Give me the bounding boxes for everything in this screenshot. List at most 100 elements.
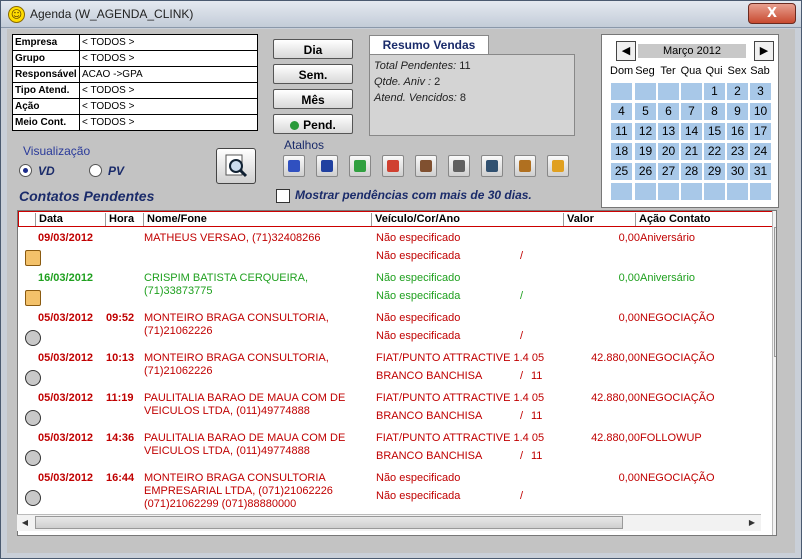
calendar-day[interactable]: 9 [727,103,748,120]
col-acao[interactable]: Ação Contato [635,213,769,226]
table-row[interactable]: 16/03/2012 CRISPIM BATISTA CERQUEIRA, (71)… [18,269,773,309]
calendar-day[interactable]: 12 [635,123,656,140]
calendar-day[interactable] [750,183,771,200]
calendar-day[interactable]: 15 [704,123,725,140]
calendar-day[interactable]: 22 [704,143,725,160]
cell-acao: NEGOCIAÇÃO [640,352,715,364]
col-data[interactable]: Data [35,213,101,226]
calendar-day[interactable]: 8 [704,103,725,120]
cell-vehicle: Não especificado [376,232,461,244]
calendar-day[interactable]: 13 [658,123,679,140]
calendar-day[interactable]: 18 [611,143,632,160]
filter-value[interactable]: < TODOS > [79,98,258,115]
calendar-day[interactable] [658,183,679,200]
search-button[interactable] [216,148,256,184]
col-nome-fone[interactable]: Nome/Fone [143,213,367,226]
calendar-day[interactable]: 4 [611,103,632,120]
filter-value[interactable]: < TODOS > [79,50,258,67]
calendar-day[interactable] [727,183,748,200]
calendar-day[interactable]: 27 [658,163,679,180]
shortcut-7-icon[interactable] [481,155,503,177]
vertical-scroll-thumb[interactable] [774,227,776,357]
calendar-day[interactable]: 1 [704,83,725,100]
calendar-day[interactable]: 21 [681,143,702,160]
shortcut-8-icon[interactable] [514,155,536,177]
aniv-value: 2 [434,76,441,88]
window-title: Agenda (W_AGENDA_CLINK) [30,7,194,21]
table-row[interactable]: 05/03/2012 16:44 MONTEIRO BRAGA CONSULTORI… [18,469,773,510]
shortcut-4-icon[interactable] [382,155,404,177]
filter-value[interactable]: ACAO ->GPA [79,66,258,83]
month-button[interactable]: Mês [273,89,353,109]
pending-button[interactable]: Pend. [273,114,353,134]
calendar-day[interactable] [635,83,656,100]
total-value: 11 [459,60,471,72]
calendar-day[interactable]: 14 [681,123,702,140]
table-row[interactable]: 05/03/2012 14:36 PAULITALIA BARAO DE MAUA … [18,429,773,469]
shortcut-6-icon[interactable] [448,155,470,177]
calendar-day[interactable]: 24 [750,143,771,160]
shortcut-2-icon[interactable] [316,155,338,177]
calendar-day[interactable] [681,83,702,100]
calendar-day[interactable]: 20 [658,143,679,160]
calendar-day[interactable] [611,83,632,100]
cell-color: Não especificada [376,330,461,342]
scroll-right-icon[interactable]: ▶ [745,516,759,530]
table-row[interactable]: 05/03/2012 09:52 MONTEIRO BRAGA CONSULTORI… [18,309,773,349]
table-row[interactable]: 05/03/2012 11:19 PAULITALIA BARAO DE MAUA … [18,389,773,429]
calendar-day[interactable] [704,183,725,200]
shortcut-9-icon[interactable] [547,155,569,177]
horizontal-scrollbar[interactable]: ◀ ▶ [17,514,761,531]
calendar-day[interactable]: 16 [727,123,748,140]
filter-value[interactable]: < TODOS > [79,114,258,131]
shortcut-1-icon[interactable] [283,155,305,177]
calendar-day[interactable] [658,83,679,100]
calendar-day[interactable]: 3 [750,83,771,100]
prev-month-icon[interactable]: ◀ [616,41,636,61]
week-button[interactable]: Sem. [273,64,353,84]
calendar-day[interactable]: 10 [750,103,771,120]
scroll-down-icon[interactable]: ▼ [774,501,776,515]
atalhos-label: Atalhos [284,138,325,152]
calendar-day[interactable] [611,183,632,200]
calendar-day[interactable]: 30 [727,163,748,180]
col-hora[interactable]: Hora [105,213,139,226]
radio-pv[interactable] [89,164,102,177]
filter-value[interactable]: < TODOS > [79,82,258,99]
vertical-scrollbar[interactable]: ▲ ▼ [772,211,776,535]
calendar-day[interactable]: 25 [611,163,632,180]
calendar-day[interactable]: 11 [611,123,632,140]
filter-value[interactable]: < TODOS > [79,34,258,51]
calendar-day[interactable] [681,183,702,200]
scroll-left-icon[interactable]: ◀ [18,516,32,530]
shortcut-5-icon[interactable] [415,155,437,177]
cell-slash: / [520,330,524,342]
shortcut-3-icon[interactable] [349,155,371,177]
next-month-icon[interactable]: ▶ [754,41,774,61]
calendar-day[interactable]: 6 [658,103,679,120]
horizontal-scroll-thumb[interactable] [35,516,623,529]
calendar-day[interactable]: 2 [727,83,748,100]
calendar-day[interactable]: 28 [681,163,702,180]
table-row[interactable]: 05/03/2012 10:13 MONTEIRO BRAGA CONSULTORI… [18,349,773,389]
more-than-30-days-checkbox[interactable] [276,189,290,203]
contact-face-icon [25,450,41,466]
close-button[interactable]: X [748,3,796,24]
calendar-day[interactable]: 17 [750,123,771,140]
radio-vd[interactable] [19,164,32,177]
calendar-day[interactable]: 29 [704,163,725,180]
calendar-day[interactable] [635,183,656,200]
calendar-day[interactable]: 31 [750,163,771,180]
filter-table: Empresa < TODOS > Grupo < TODOS > Responsáve… [12,34,258,131]
calendar-day[interactable]: 23 [727,143,748,160]
calendar-day[interactable]: 5 [635,103,656,120]
col-veiculo[interactable]: Veículo/Cor/Ano [371,213,565,226]
col-valor[interactable]: Valor [563,213,637,226]
tab-resumo-vendas[interactable]: Resumo Vendas [369,35,489,55]
calendar-day[interactable]: 26 [635,163,656,180]
calendar-day[interactable]: 19 [635,143,656,160]
table-row[interactable]: 09/03/2012 MATHEUS VERSAO, (71)32408266 Nã… [18,229,773,269]
calendar-day[interactable]: 7 [681,103,702,120]
scroll-up-icon[interactable]: ▲ [774,212,776,226]
day-button[interactable]: Dia [273,39,353,59]
